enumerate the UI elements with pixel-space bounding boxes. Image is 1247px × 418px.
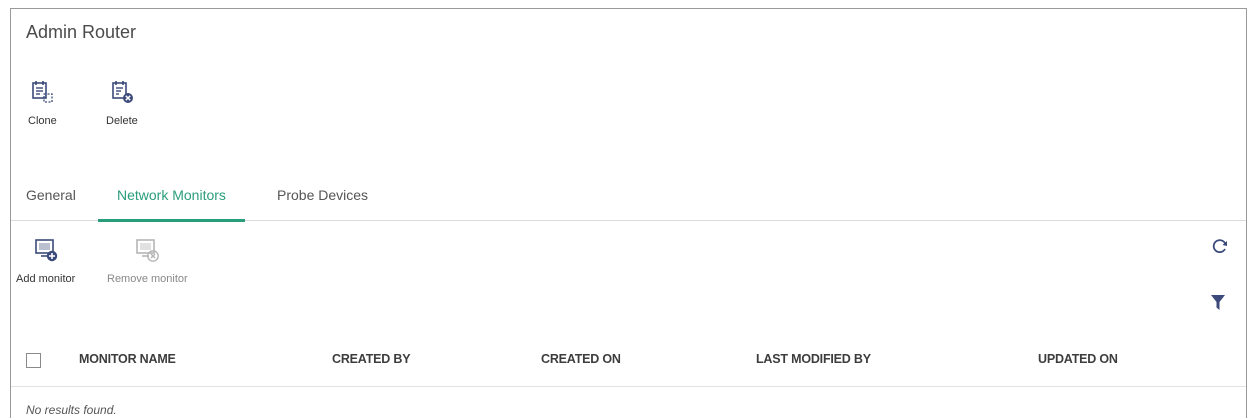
column-header-last-modified-by[interactable]: LAST MODIFIED BY xyxy=(756,352,871,366)
tab-probe-devices[interactable]: Probe Devices xyxy=(277,169,368,220)
remove-monitor-label: Remove monitor xyxy=(107,273,188,285)
remove-monitor-icon xyxy=(136,239,160,262)
tab-bar: General Network Monitors Probe Devices xyxy=(11,169,1246,222)
page-title: Admin Router xyxy=(26,22,137,42)
filter-icon[interactable] xyxy=(1210,294,1226,312)
clone-icon xyxy=(32,81,54,103)
tab-general[interactable]: General xyxy=(26,169,76,220)
delete-icon xyxy=(112,81,133,103)
add-monitor-button[interactable]: Add monitor xyxy=(16,237,75,285)
tab-probe-devices-label: Probe Devices xyxy=(277,186,369,203)
details-panel: Admin Router Clone Delete General Networ… xyxy=(10,8,1247,418)
column-header-updated-on[interactable]: UPDATED ON xyxy=(1038,352,1118,366)
column-header-created-by[interactable]: CREATED BY xyxy=(332,352,411,366)
clone-button[interactable]: Clone xyxy=(28,79,57,127)
empty-state-text: No results found. xyxy=(26,403,117,417)
remove-monitor-button[interactable]: Remove monitor xyxy=(107,237,188,285)
table-header: MONITOR NAME CREATED BY CREATED ON LAST … xyxy=(11,334,1246,387)
tab-network-monitors[interactable]: Network Monitors xyxy=(98,169,245,222)
tab-general-label: General xyxy=(26,186,76,203)
add-monitor-icon xyxy=(34,239,57,262)
delete-label: Delete xyxy=(106,115,138,127)
tab-network-monitors-label: Network Monitors xyxy=(117,186,226,203)
select-all-checkbox[interactable] xyxy=(26,353,41,368)
add-monitor-label: Add monitor xyxy=(16,273,76,285)
column-header-monitor-name[interactable]: MONITOR NAME xyxy=(79,352,176,366)
clone-label: Clone xyxy=(28,115,57,127)
delete-button[interactable]: Delete xyxy=(106,79,138,127)
column-header-created-on[interactable]: CREATED ON xyxy=(541,352,621,366)
refresh-icon[interactable] xyxy=(1211,237,1229,255)
